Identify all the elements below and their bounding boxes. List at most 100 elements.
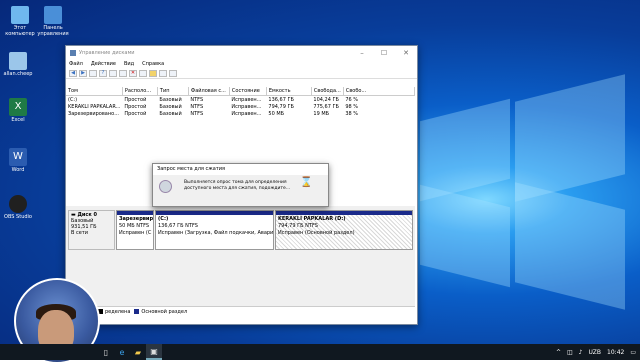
maximize-button[interactable]: ☐ (373, 49, 395, 57)
chevron-up-icon[interactable]: ^ (556, 349, 561, 356)
obs-icon (9, 195, 27, 213)
cell-capacity: 136,67 ГБ (268, 96, 294, 103)
partition-d[interactable]: KERAKLI PAPKALAR (D:) 794,79 ГБ NTFS Исп… (275, 210, 413, 250)
grid-icon[interactable] (89, 69, 97, 77)
search-icon[interactable] (159, 69, 167, 77)
table-row[interactable]: Зарезервировано... Простой Базовый NTFS … (66, 110, 415, 117)
cell-volume: (C:) (68, 96, 78, 103)
cell-fs: NTFS (190, 96, 204, 103)
forward-icon[interactable]: ▶ (79, 69, 87, 77)
notification-icon[interactable]: ▭ (630, 349, 636, 356)
cell-type: Базовый (159, 110, 182, 117)
window-title: Управление дисками (79, 49, 135, 56)
control-panel-icon (44, 6, 62, 24)
taskbar: ▯ e ▰ ▣ ^ ◫ ♪ UZB 10:42 ▭ (0, 344, 640, 360)
edge-icon[interactable]: e (114, 344, 130, 360)
desktop-icon-label: Word (11, 167, 25, 173)
column-header[interactable]: Том (66, 87, 123, 96)
partition-status: Исправен (Основной раздел) (278, 230, 355, 236)
partition-status: Исправен (Загрузка, Файл подкачки, Авари… (158, 230, 274, 236)
partition-size: 50 МБ NTFS (119, 223, 150, 229)
cell-capacity: 794,79 ГБ (268, 103, 294, 110)
column-header[interactable]: Свобо... (343, 87, 416, 96)
partition-title: Зарезервир (119, 216, 154, 222)
table-header-row: Том Располо... Тип Файловая с... Состоян… (66, 87, 416, 96)
cell-free-pct: 76 % (345, 96, 359, 103)
desktop-icon-label: Панель управления (37, 25, 69, 37)
dialog-message: Выполняется опрос тома для определения д… (184, 180, 291, 191)
column-header[interactable]: Располо... (122, 87, 158, 96)
disk-management-task-icon[interactable]: ▣ (146, 344, 162, 360)
desktop-icon-label: allan.cheep (3, 71, 33, 77)
clock[interactable]: 10:42 (607, 349, 624, 356)
cell-free-pct: 38 % (345, 110, 359, 117)
cell-capacity: 50 МБ (268, 110, 285, 117)
cell-layout: Простой (124, 96, 147, 103)
menu-view[interactable]: Вид (124, 61, 134, 67)
task-view-icon[interactable]: ▯ (98, 344, 114, 360)
cell-type: Базовый (159, 96, 182, 103)
checkbox-icon[interactable] (139, 69, 147, 77)
legend-label: ределена (105, 308, 131, 315)
back-icon[interactable]: ◀ (69, 69, 77, 77)
refresh-icon[interactable] (119, 69, 127, 77)
cell-layout: Простой (124, 103, 147, 110)
cell-free: 19 МБ (313, 110, 330, 117)
properties-icon[interactable] (169, 69, 177, 77)
toolbar: ◀ ▶ ? ✕ (66, 68, 417, 79)
explorer-icon[interactable]: ▰ (130, 344, 146, 360)
table-row[interactable]: (C:) Простой Базовый NTFS Исправен... 13… (66, 96, 415, 104)
column-header[interactable]: Емкость (266, 87, 312, 96)
network-icon[interactable]: ◫ (567, 349, 573, 356)
menu-action[interactable]: Действие (91, 61, 116, 67)
menu-help[interactable]: Справка (142, 61, 164, 67)
windows-logo-pane (515, 74, 625, 202)
table-row[interactable]: KERAKLI PAPKALAR... Простой Базовый NTFS… (66, 103, 415, 110)
delete-icon[interactable]: ✕ (129, 69, 137, 77)
desktop-icon-excel[interactable]: X Excel (0, 98, 36, 123)
desktop-icon-label: Этот компьютер (5, 25, 35, 37)
desktop-icon-file[interactable]: allan.cheep (0, 52, 36, 77)
cell-free-pct: 98 % (345, 103, 359, 110)
desktop-icon-word[interactable]: W Word (0, 148, 36, 173)
app-icon (70, 49, 76, 56)
window-titlebar: Управление дисками – ☐ ✕ (66, 46, 417, 59)
file-icon (9, 52, 27, 70)
desktop-icon-label: OBS Studio (4, 214, 32, 220)
cell-free: 104,24 ГБ (313, 96, 339, 103)
cell-fs: NTFS (190, 103, 204, 110)
computer-icon (11, 6, 29, 24)
legend-label: Основной раздел (141, 308, 188, 315)
desktop-icon-computer[interactable]: Этот компьютер (2, 6, 38, 37)
column-header[interactable]: Свобода... (311, 87, 344, 96)
column-header[interactable]: Файловая с... (188, 87, 230, 96)
cell-layout: Простой (124, 110, 147, 117)
close-button[interactable]: ✕ (395, 49, 417, 57)
partition-size: 794,79 ГБ NTFS (278, 223, 318, 229)
disk-label[interactable]: ▬ Диск 0 Базовый 931,51 ГБ В сети (68, 210, 115, 250)
column-header[interactable]: Тип (157, 87, 189, 96)
windows-logo-pane (515, 182, 625, 310)
partition-c[interactable]: (C:) 136,67 ГБ NTFS Исправен (Загрузка, … (155, 210, 274, 250)
legend-swatch-primary (134, 309, 140, 314)
legend: ределена Основной раздел (66, 306, 415, 316)
desktop-icon-obs[interactable]: OBS Studio (0, 195, 36, 220)
help-icon[interactable]: ? (99, 69, 107, 77)
menu-file[interactable]: Файл (69, 61, 83, 67)
cell-type: Базовый (159, 103, 182, 110)
folder-icon[interactable] (149, 69, 157, 77)
volume-icon[interactable]: ♪ (579, 349, 583, 356)
system-tray: ^ ◫ ♪ UZB 10:42 ▭ (556, 344, 636, 360)
language-indicator[interactable]: UZB (589, 349, 602, 356)
cell-free: 775,67 ГБ (313, 103, 339, 110)
dialog-title: Запрос места для сжатия (153, 164, 328, 175)
cell-status: Исправен... (231, 110, 262, 117)
column-header[interactable]: Состояние (229, 87, 267, 96)
desktop-icon-control-panel[interactable]: Панель управления (35, 6, 71, 37)
partition-reserved[interactable]: Зарезервир 50 МБ NTFS Исправен (С (116, 210, 154, 250)
minimize-button[interactable]: – (351, 49, 373, 57)
windows-logo-pane (420, 98, 510, 202)
cell-fs: NTFS (190, 110, 204, 117)
partition-title: KERAKLI PAPKALAR (D:) (278, 216, 346, 222)
list-icon[interactable] (109, 69, 117, 77)
